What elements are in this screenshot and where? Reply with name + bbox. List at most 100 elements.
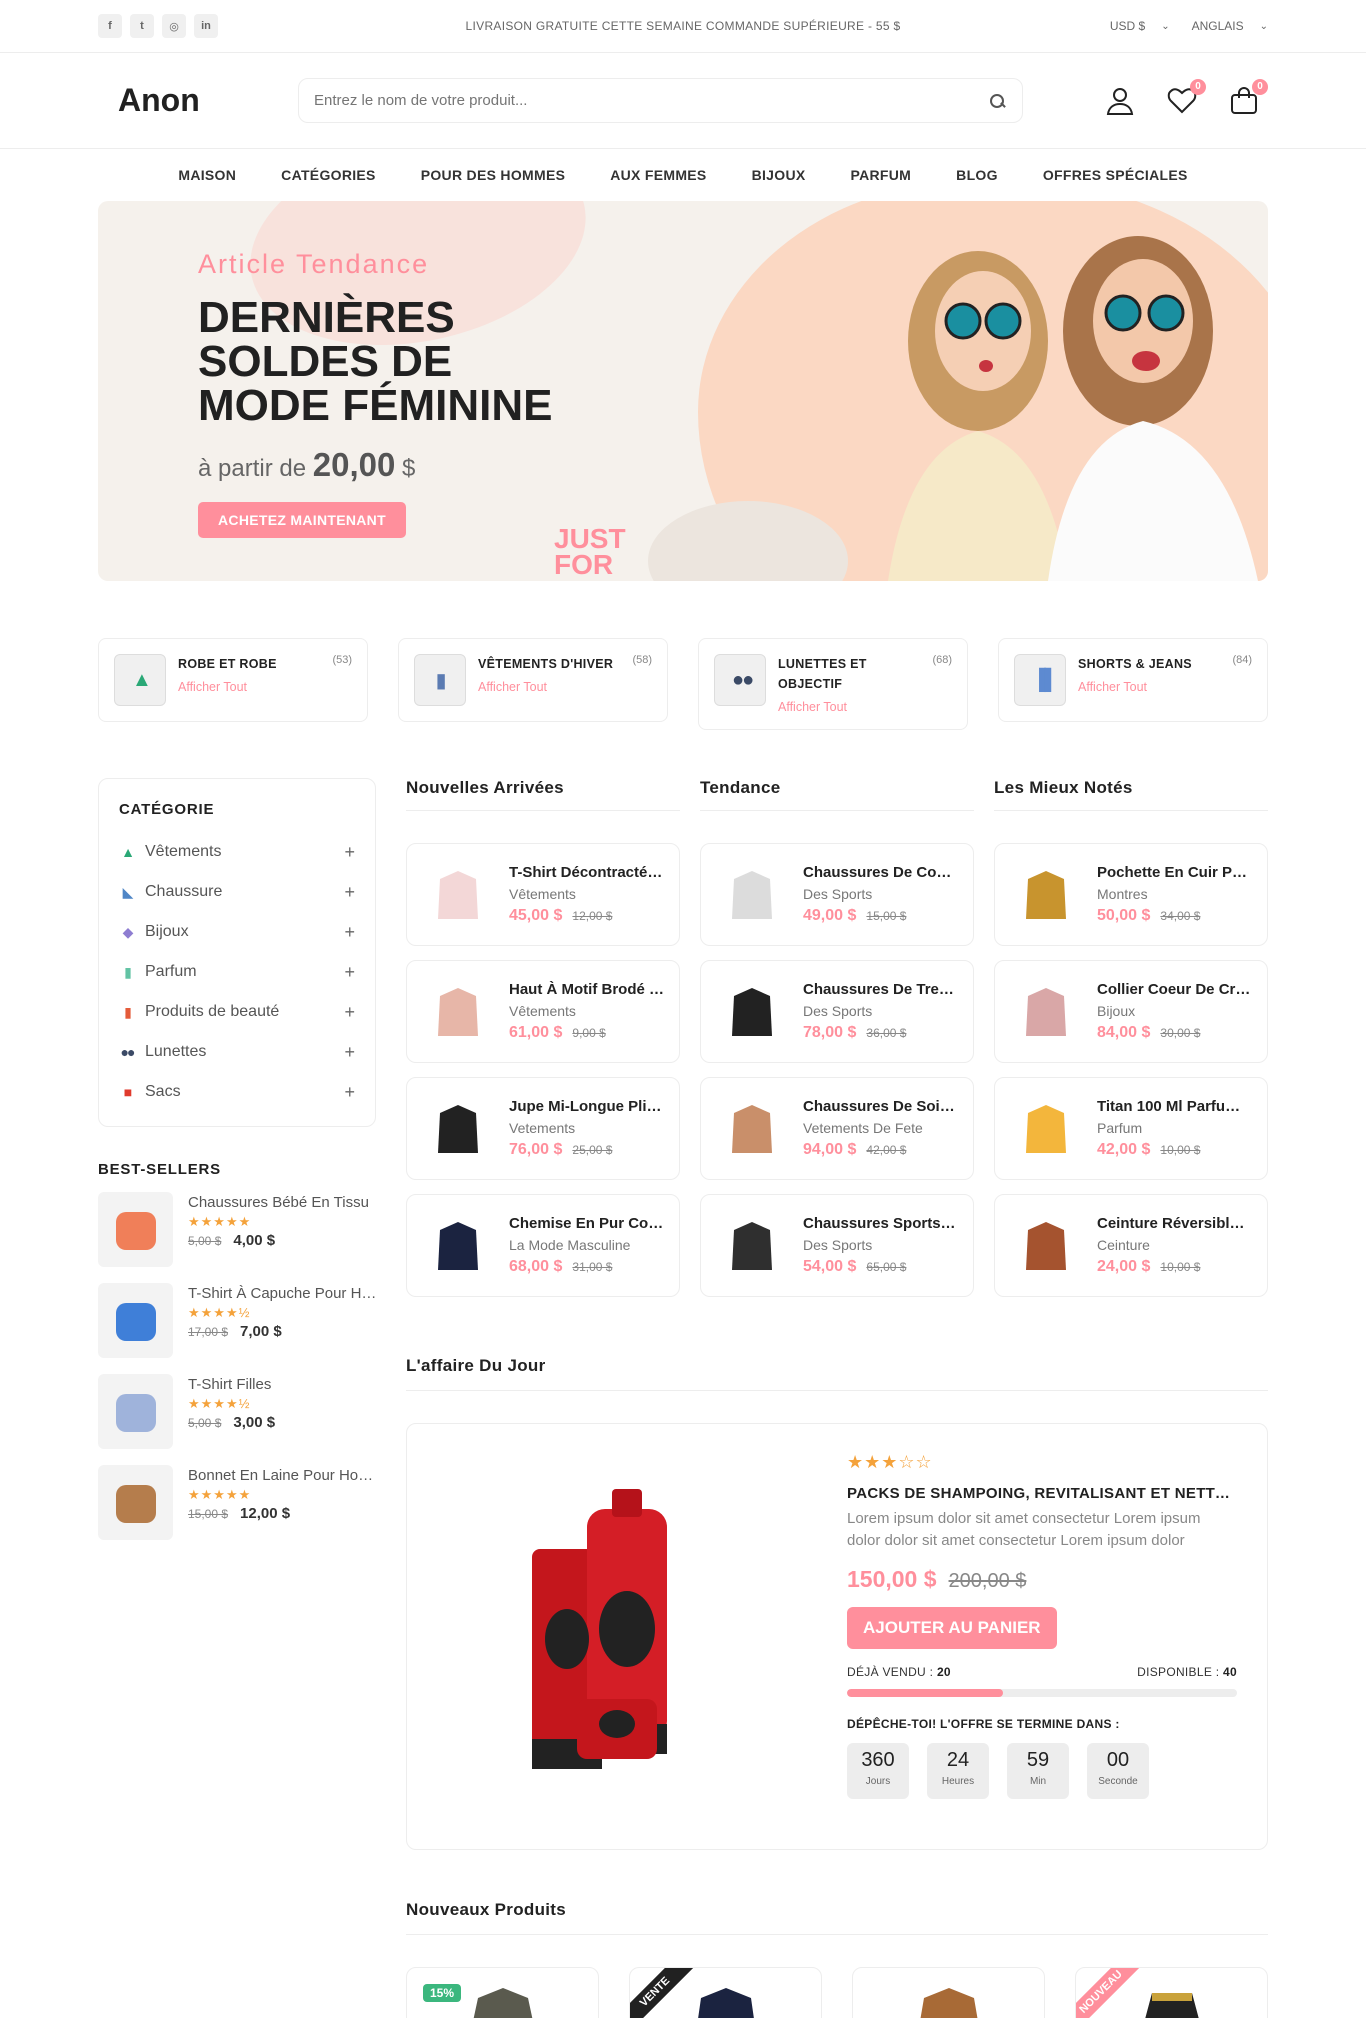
product-card[interactable]: Haut À Motif Brodé Femme Vêtements 61,00 $…: [406, 960, 680, 1063]
category-card[interactable]: ▲ ROBE ET ROBE (53) Afficher Tout: [98, 638, 368, 722]
product-title[interactable]: T-Shirt Décontracté Homme: [509, 864, 664, 881]
product-title[interactable]: Ceinture Réversible Homme: [1097, 1215, 1252, 1232]
bestseller-title[interactable]: Bonnet En Laine Pour Homme: [188, 1467, 378, 1484]
product-category: La Mode Masculine: [509, 1237, 631, 1253]
product-card[interactable]: VENTE: [629, 1967, 822, 2018]
cart-button[interactable]: 0: [1228, 78, 1268, 117]
bestseller-item[interactable]: Chaussures Bébé En Tissu ★★★★★ 5,00 $ 4,00 …: [98, 1192, 376, 1267]
nav-item-6[interactable]: BLOG: [956, 167, 998, 183]
plus-icon[interactable]: +: [344, 962, 355, 983]
twitter-icon[interactable]: t: [130, 14, 154, 38]
product-card[interactable]: Titan 100 Ml Parfum Femme Parfum 42,00 $ 10…: [994, 1077, 1268, 1180]
show-all-link[interactable]: Afficher Tout: [178, 680, 352, 694]
product-thumbnail: [115, 1484, 156, 1523]
deal-description: Lorem ipsum dolor sit amet consectetur L…: [847, 1510, 1201, 1549]
product-prices: 94,00 $ 42,00 $: [803, 1141, 958, 1159]
perfume-icon: ▮: [124, 963, 132, 980]
product-title[interactable]: Chaussures Sports Homme: [803, 1215, 958, 1232]
bestseller-item[interactable]: Bonnet En Laine Pour Homme ★★★★★ 15,00 $ 12…: [98, 1465, 378, 1540]
product-title[interactable]: Chaussures De Trekking: [803, 981, 958, 998]
product-card[interactable]: Chaussures De Soirée Vetements De Fete 94,…: [700, 1077, 974, 1180]
product-card[interactable]: Collier Coeur De Cristal Bijoux 84,00 $ 30,…: [994, 960, 1268, 1063]
price: 24,00 $: [1097, 1258, 1151, 1275]
category-count: (68): [932, 654, 952, 666]
product-card[interactable]: Chemise En Pur Coton La Mode Masculine 68,…: [406, 1194, 680, 1297]
price: 49,00 $: [803, 907, 857, 924]
user-account-button[interactable]: [1104, 85, 1136, 117]
chevron-down-icon: ⌄: [1161, 20, 1170, 32]
language-select[interactable]: ANGLAIS ⌄: [1192, 19, 1268, 33]
product-card[interactable]: NOUVEAU: [1075, 1967, 1268, 2018]
product-title[interactable]: Chemise En Pur Coton: [509, 1215, 664, 1232]
nav-item-7[interactable]: OFFRES SPÉCIALES: [1043, 167, 1188, 183]
nav-item-5[interactable]: PARFUM: [851, 167, 912, 183]
sidebar-item[interactable]: ▮ Produits de beauté +: [119, 992, 355, 1032]
sidebar-item[interactable]: ●● Lunettes +: [119, 1032, 355, 1072]
plus-icon[interactable]: +: [344, 842, 355, 863]
product-title[interactable]: Chaussures De Soirée: [803, 1098, 958, 1115]
facebook-icon[interactable]: f: [98, 14, 122, 38]
sidebar-item[interactable]: ▲ Vêtements +: [119, 832, 355, 872]
category-card[interactable]: ▐▌ SHORTS & JEANS (84) Afficher Tout: [998, 638, 1268, 722]
category-thumbnail: ▮: [414, 654, 466, 706]
product-info: Chemise En Pur Coton La Mode Masculine 68,…: [509, 1215, 664, 1276]
product-card[interactable]: Chaussures De Trekking Des Sports 78,00 $ 3…: [700, 960, 974, 1063]
deal-title[interactable]: PACKS DE SHAMPOING, REVITALISANT ET NETT…: [847, 1485, 1237, 1502]
product-title[interactable]: Collier Coeur De Cristal: [1097, 981, 1252, 998]
linkedin-icon[interactable]: in: [194, 14, 218, 38]
bestseller-item[interactable]: T-Shirt Filles ★★★★½ 5,00 $ 3,00 $: [98, 1374, 376, 1449]
show-all-link[interactable]: Afficher Tout: [478, 680, 652, 694]
sidebar-item[interactable]: ◆ Bijoux +: [119, 912, 355, 952]
product-info: Haut À Motif Brodé Femme Vêtements 61,00 $…: [509, 981, 664, 1042]
wishlist-button[interactable]: 0: [1166, 78, 1206, 117]
plus-icon[interactable]: +: [344, 922, 355, 943]
product-card[interactable]: Chaussures Sports Homme Des Sports 54,00 $…: [700, 1194, 974, 1297]
instagram-icon[interactable]: ◎: [162, 14, 186, 38]
product-title[interactable]: Haut À Motif Brodé Femme: [509, 981, 664, 998]
sidebar-item[interactable]: ■ Sacs +: [119, 1072, 355, 1112]
category-card[interactable]: ●● LUNETTES ET OBJECTIF (68) Afficher Tout: [698, 638, 968, 730]
category-card[interactable]: ▮ VÊTEMENTS D'HIVER (58) Afficher Tout: [398, 638, 668, 722]
product-title[interactable]: Pochette En Cuir Pour Montre: [1097, 864, 1252, 881]
plus-icon[interactable]: +: [344, 1082, 355, 1103]
logo[interactable]: Anon: [118, 82, 298, 119]
nav-item-3[interactable]: AUX FEMMES: [610, 167, 706, 183]
available-value: 40: [1223, 1665, 1237, 1679]
currency-select[interactable]: USD $ ⌄: [1110, 19, 1170, 33]
bestseller-info: T-Shirt À Capuche Pour Homme ★★★★½ 17,00 $…: [188, 1283, 378, 1358]
old-price: 31,00 $: [572, 1260, 613, 1274]
plus-icon[interactable]: +: [344, 882, 355, 903]
shop-now-button[interactable]: ACHETEZ MAINTENANT: [198, 502, 406, 538]
bestseller-title[interactable]: T-Shirt À Capuche Pour Homme: [188, 1285, 378, 1302]
product-card[interactable]: 15%: [406, 1967, 599, 2018]
plus-icon[interactable]: +: [344, 1002, 355, 1023]
nav-item-2[interactable]: POUR DES HOMMES: [421, 167, 566, 183]
column-heading: Nouvelles Arrivées: [406, 778, 680, 811]
product-thumbnail: [438, 987, 478, 1036]
product-title[interactable]: Jupe Mi-Longue Plissée: [509, 1098, 664, 1115]
product-thumbnail: [1026, 987, 1066, 1036]
product-title[interactable]: Titan 100 Ml Parfum Femme: [1097, 1098, 1252, 1115]
show-all-link[interactable]: Afficher Tout: [1078, 680, 1252, 694]
plus-icon[interactable]: +: [344, 1042, 355, 1063]
bestseller-title[interactable]: Chaussures Bébé En Tissu: [188, 1194, 378, 1211]
search-icon[interactable]: [987, 91, 1007, 111]
show-all-link[interactable]: Afficher Tout: [778, 700, 952, 714]
product-image: [422, 1210, 494, 1282]
product-card[interactable]: Ceinture Réversible Homme Ceinture 24,00 $…: [994, 1194, 1268, 1297]
product-title[interactable]: Chaussures De Course: [803, 864, 958, 881]
product-card[interactable]: Jupe Mi-Longue Plissée Vetements 76,00 $ 25…: [406, 1077, 680, 1180]
product-card[interactable]: [852, 1967, 1045, 2018]
bestseller-item[interactable]: T-Shirt À Capuche Pour Homme ★★★★½ 17,00 $…: [98, 1283, 378, 1358]
sidebar-item[interactable]: ◣ Chaussure +: [119, 872, 355, 912]
nav-item-1[interactable]: CATÉGORIES: [281, 167, 376, 183]
bestseller-title[interactable]: T-Shirt Filles: [188, 1376, 378, 1393]
product-card[interactable]: Pochette En Cuir Pour Montre Montres 50,00…: [994, 843, 1268, 946]
nav-item-0[interactable]: MAISON: [178, 167, 236, 183]
search-input[interactable]: [314, 92, 938, 109]
sidebar-item[interactable]: ▮ Parfum +: [119, 952, 355, 992]
add-to-cart-button[interactable]: AJOUTER AU PANIER: [847, 1607, 1057, 1649]
product-card[interactable]: T-Shirt Décontracté Homme Vêtements 45,00 …: [406, 843, 680, 946]
product-card[interactable]: Chaussures De Course Des Sports 49,00 $ 15,…: [700, 843, 974, 946]
nav-item-4[interactable]: BIJOUX: [752, 167, 806, 183]
